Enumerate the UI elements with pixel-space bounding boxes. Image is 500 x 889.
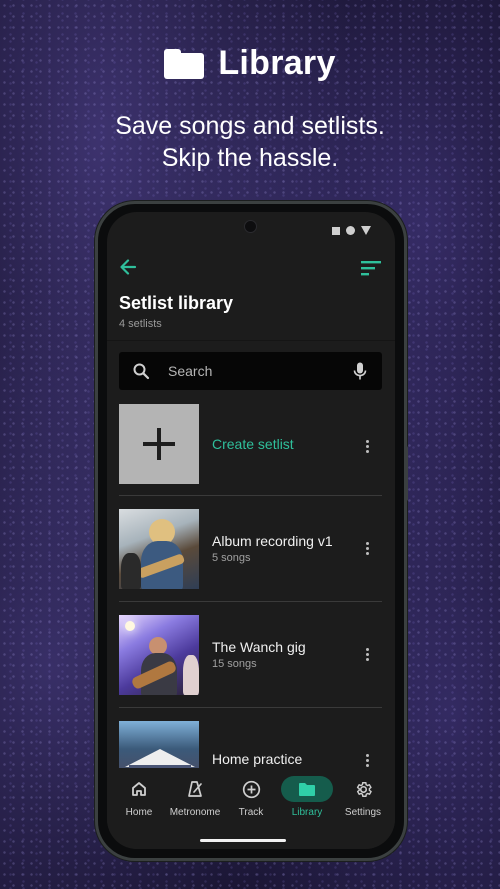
phone-screen: Setlist library 4 setlists Create setlis… [107, 212, 395, 849]
promo-header: Library [0, 44, 500, 83]
create-setlist-label: Create setlist [212, 436, 294, 452]
search-bar [119, 352, 382, 390]
sort-icon [361, 261, 381, 276]
front-camera [244, 220, 257, 233]
bottom-navigation: Home Metronome Track Library Settings [107, 768, 395, 849]
search-icon [133, 363, 150, 380]
tagline-line-2: Skip the hassle. [161, 144, 339, 172]
gear-icon [356, 781, 372, 797]
more-options-button[interactable] [360, 646, 374, 664]
setlist-thumbnail [119, 614, 199, 695]
nav-library[interactable]: Library [279, 776, 335, 849]
folder-icon [164, 48, 205, 79]
nav-settings-label: Settings [344, 807, 382, 818]
setlist-song-count: 5 songs [212, 552, 251, 564]
arrow-left-icon [120, 259, 137, 275]
setlist-thumbnail [119, 508, 199, 589]
app-bar [107, 256, 395, 278]
setlist-title: Album recording v1 [212, 533, 333, 549]
status-bar [332, 226, 371, 235]
phone-side-button [404, 446, 408, 501]
setlist-title: Home practice [212, 751, 303, 767]
setlist-title: The Wanch gig [212, 639, 306, 655]
mic-icon[interactable] [353, 362, 367, 380]
promo-tagline: Save songs and setlists. Skip the hassle… [0, 110, 500, 174]
setlist-row[interactable]: Album recording v1 5 songs [119, 496, 382, 602]
promo-title: Library [218, 44, 336, 82]
more-options-button[interactable] [360, 752, 374, 770]
header-divider [107, 340, 395, 341]
plus-icon [119, 404, 199, 484]
tagline-line-1: Save songs and setlists. [115, 112, 385, 140]
page-title: Setlist library [119, 293, 234, 313]
more-options-button[interactable] [360, 437, 374, 455]
add-circle-icon [242, 780, 260, 798]
folder-icon [299, 782, 315, 796]
setlist-list: Create setlist Album recording v1 5 song… [119, 404, 382, 814]
home-icon [132, 782, 146, 796]
nav-home-label: Home [125, 807, 153, 818]
setlist-count: 4 setlists [119, 318, 162, 330]
setlist-row[interactable]: The Wanch gig 15 songs [119, 602, 382, 708]
search-input[interactable] [168, 363, 338, 379]
create-setlist-row[interactable]: Create setlist [119, 404, 382, 496]
back-button[interactable] [117, 256, 139, 278]
triangle-icon [361, 226, 371, 235]
nav-metronome-label: Metronome [169, 807, 221, 818]
sort-button[interactable] [359, 258, 383, 278]
nav-track-label: Track [238, 807, 264, 818]
square-icon [332, 226, 340, 235]
nav-settings[interactable]: Settings [335, 776, 391, 849]
more-options-button[interactable] [360, 540, 374, 558]
nav-library-label: Library [291, 807, 323, 818]
setlist-song-count: 15 songs [212, 658, 257, 670]
home-indicator[interactable] [200, 839, 286, 842]
circle-icon [346, 226, 355, 235]
nav-home[interactable]: Home [111, 776, 167, 849]
metronome-icon [188, 781, 202, 797]
